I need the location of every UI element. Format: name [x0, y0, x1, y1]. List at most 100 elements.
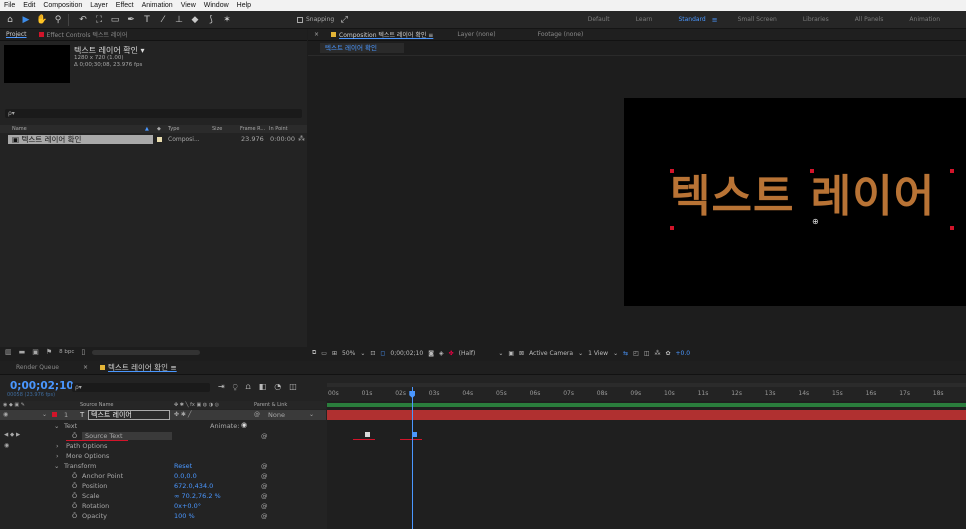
camera-tool-icon[interactable]: ⛶ — [93, 14, 105, 26]
workspace-menu-icon[interactable]: ≡ — [712, 16, 718, 24]
fast-preview-icon[interactable]: ◰ — [633, 350, 639, 357]
bbox-handle[interactable] — [670, 169, 674, 173]
selection-tool-icon[interactable]: ▶ — [20, 14, 32, 26]
snapping-checkbox[interactable] — [297, 16, 303, 23]
chevron-down-icon[interactable]: ⌄ — [613, 350, 618, 357]
tab-layer[interactable]: Layer (none) — [451, 31, 501, 38]
time-ruler[interactable]: 00s 01s 02s 03s 04s 05s 06s 07s 08s 09s 10s 11s 12s 1… — [327, 387, 966, 401]
layer-switch-icons[interactable]: ✤ ✱ ╱ — [174, 411, 191, 418]
interpret-footage-icon[interactable]: ▥ — [5, 348, 12, 356]
stopwatch-icon[interactable]: Ō — [72, 432, 77, 440]
prop-path-options[interactable]: Path Options — [66, 442, 107, 450]
scale-value[interactable]: ∞ 70.2,76.2 % — [174, 492, 221, 500]
prop-path-options-row[interactable]: › Path Options — [0, 441, 326, 451]
position-value[interactable]: 672.0,434.0 — [174, 482, 213, 490]
rotate-tool-icon[interactable]: ↶ — [77, 14, 89, 26]
pickwhip-icon[interactable]: @ — [261, 492, 268, 500]
clone-stamp-icon[interactable]: ⊥ — [173, 14, 185, 26]
current-time-display[interactable]: 0;00;02;10 — [10, 380, 74, 392]
timeline-search-input[interactable]: ρ▾ — [72, 383, 210, 392]
tab-composition[interactable]: Composition 텍스트 레이어 확인 ≡ — [325, 30, 439, 39]
menu-composition[interactable]: Composition — [39, 2, 86, 9]
pickwhip-icon[interactable]: @ — [261, 502, 268, 510]
bbox-handle[interactable] — [810, 169, 814, 173]
layer-name[interactable]: 텍스트 레이어 — [88, 410, 170, 420]
puppet-tool-icon[interactable]: ✶ — [221, 14, 233, 26]
frame-blending-icon[interactable]: ◧ — [259, 382, 267, 392]
anchor-value[interactable]: 0.0,0.0 — [174, 472, 197, 480]
workspace-all-panels[interactable]: All Panels — [855, 16, 884, 23]
home-icon[interactable]: ⌂ — [4, 14, 16, 26]
comp-canvas[interactable]: 텍스트 레이어 ⊕ — [624, 98, 966, 306]
layer-row[interactable]: ◉ ⌄ 1 T 텍스트 레이어 ✤ ✱ ╱ @ None ⌄ — [0, 410, 326, 420]
anchor-point-icon[interactable]: ⊕ — [812, 217, 819, 226]
col-parent[interactable]: Parent & Link — [254, 402, 287, 408]
chevron-down-icon[interactable]: ⌄ — [360, 350, 365, 357]
menu-edit[interactable]: Edit — [19, 2, 39, 9]
menu-effect[interactable]: Effect — [112, 2, 138, 9]
sort-arrow-icon[interactable]: ▲ — [145, 126, 149, 132]
col-inpoint[interactable]: In Point — [269, 126, 288, 132]
keyframe-marker[interactable] — [364, 432, 370, 437]
motion-blur-icon[interactable]: ◔ — [274, 382, 281, 392]
zoom-tool-icon[interactable]: ⚲ — [52, 14, 64, 26]
flowchart-icon[interactable]: ⁂ — [654, 350, 660, 357]
snap-icon[interactable]: ⤢ — [338, 14, 350, 26]
chevron-down-icon[interactable]: ⌄ — [309, 411, 314, 418]
views-select[interactable]: 1 View — [588, 350, 608, 357]
exposure-icon[interactable]: ✿ — [665, 350, 670, 357]
pixel-aspect-icon[interactable]: ⇆ — [623, 350, 628, 357]
stopwatch-icon[interactable]: Ō — [72, 472, 77, 480]
stopwatch-icon[interactable]: Ō — [72, 482, 77, 490]
workspace-libraries[interactable]: Libraries — [803, 16, 829, 23]
eye-icon[interactable]: ◉ — [3, 411, 8, 418]
rotation-value[interactable]: 0x+0.0° — [174, 502, 201, 510]
expand-arrow-icon[interactable]: › — [56, 442, 59, 450]
timeline-icon[interactable]: ◫ — [644, 350, 650, 357]
roto-brush-icon[interactable]: ⟆ — [205, 14, 217, 26]
project-item-row[interactable]: ▣ 텍스트 레이어 확인 Composi... 23.976 0:00:00 ⁂ — [0, 134, 307, 144]
eraser-tool-icon[interactable]: ◆ — [189, 14, 201, 26]
resolution-select[interactable]: (Half) — [459, 350, 476, 357]
pickwhip-icon[interactable]: @ — [261, 432, 268, 440]
transform-reset[interactable]: Reset — [174, 462, 192, 470]
tab-render-queue[interactable]: Render Queue — [0, 364, 65, 371]
tab-project[interactable]: Project — [0, 31, 33, 38]
draft-3d-icon[interactable]: ⍜ — [233, 382, 238, 392]
camera-snapshot-icon[interactable]: ◙ — [428, 350, 434, 357]
new-comp-icon[interactable]: ▣ — [32, 348, 39, 356]
project-item-name[interactable]: ▣ 텍스트 레이어 확인 — [8, 134, 153, 144]
workspace-standard[interactable]: Standard — [678, 16, 705, 23]
workspace-small-screen[interactable]: Small Screen — [738, 16, 777, 23]
close-icon[interactable]: × — [308, 31, 325, 38]
animate-add-icon[interactable]: ◉ — [241, 421, 247, 429]
transparency-grid-icon[interactable]: ⊠ — [519, 350, 524, 357]
stopwatch-icon[interactable]: Ō — [72, 492, 77, 500]
graph-editor-icon[interactable]: ◫ — [289, 382, 297, 392]
stopwatch-icon[interactable]: Ō — [72, 502, 77, 510]
pickwhip-icon[interactable]: @ — [261, 472, 268, 480]
show-snapshot-icon[interactable]: ◈ — [439, 350, 444, 357]
type-tool-icon[interactable]: T — [141, 14, 153, 26]
col-source-name[interactable]: Source Name — [80, 402, 114, 408]
comp-breadcrumb[interactable]: 텍스트 레이어 확인 — [320, 43, 404, 53]
prop-transform[interactable]: Transform — [64, 462, 96, 470]
tab-effect-controls[interactable]: Effect Controls 텍스트 레이어 — [33, 30, 134, 39]
fit-icon[interactable]: ⊡ — [370, 350, 375, 357]
col-type[interactable]: Type — [168, 126, 179, 132]
workspace-learn[interactable]: Learn — [636, 16, 653, 23]
trash-icon[interactable]: ▯ — [81, 348, 85, 356]
bit-depth[interactable]: 8 bpc — [59, 349, 74, 355]
prop-position-row[interactable]: Ō Position 672.0,434.0 @ — [0, 481, 326, 491]
close-icon[interactable]: × — [77, 364, 94, 371]
prop-anchor-point-row[interactable]: Ō Anchor Point 0.0,0.0 @ — [0, 471, 326, 481]
hand-tool-icon[interactable]: ✋ — [36, 14, 48, 26]
region-icon[interactable]: ⊞ — [332, 350, 337, 357]
layer-label-color[interactable] — [52, 412, 57, 417]
new-folder-icon[interactable]: ▬ — [19, 348, 26, 356]
pickwhip-icon[interactable]: @ — [261, 482, 268, 490]
timeline-track-area[interactable]: 00s 01s 02s 03s 04s 05s 06s 07s 08s 09s 10s 11s 12s 1… — [327, 383, 966, 529]
expand-arrow-icon[interactable]: ⌄ — [54, 422, 59, 430]
preview-snapshot-icon[interactable]: ⧉ — [312, 349, 316, 357]
shy-icon[interactable]: ⩍ — [246, 382, 251, 392]
